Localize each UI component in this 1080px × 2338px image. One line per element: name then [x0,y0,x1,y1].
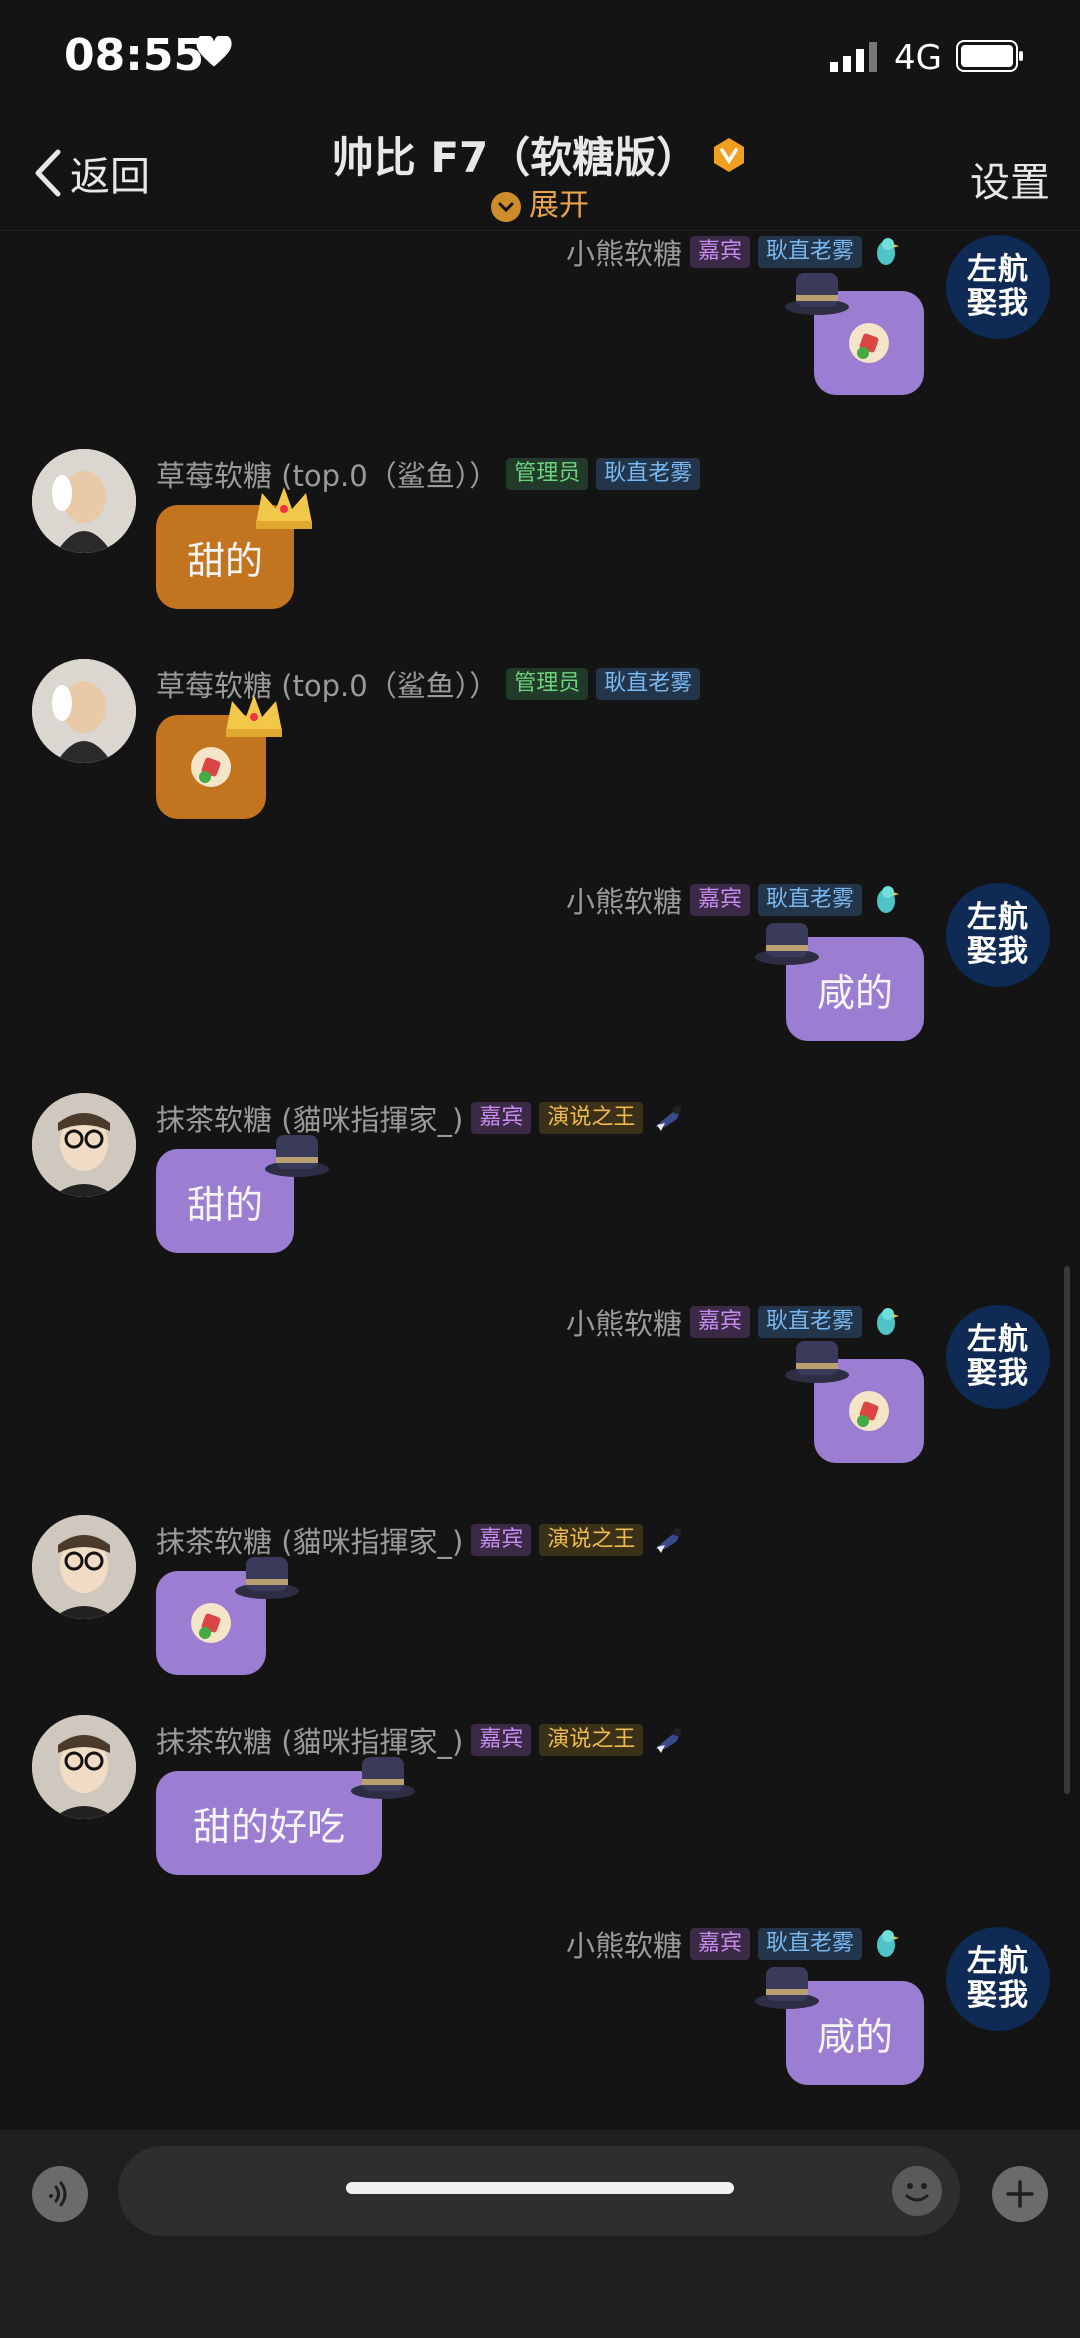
home-indicator [346,2182,734,2194]
speaker-badge: 演说之王 [539,1724,644,1756]
top-hat-icon [265,1135,329,1177]
magpie-icon [655,1528,682,1553]
speaker-badge: 演说之王 [539,1524,644,1556]
status-bar: 08:55 4G [0,0,1080,120]
top-hat-icon [785,1341,849,1383]
sender-row: 小熊软糖 嘉宾 耿直老雾 [566,879,904,921]
chat-title-text: 帅比 F7（软糖版） [331,133,699,182]
voice-button[interactable] [32,2166,88,2222]
guest-badge: 嘉宾 [690,884,751,916]
admin-badge: 管理员 [506,668,589,700]
expand-toggle[interactable]: 展开 [0,180,1080,224]
parrot-icon [877,886,900,913]
title-badge: 耿直老雾 [758,1306,863,1338]
scrollbar[interactable] [1064,1266,1070,1794]
guest-badge: 嘉宾 [471,1524,532,1556]
status-time: 08:55 [64,30,205,81]
battery-icon [956,40,1023,72]
parrot-icon [877,238,900,265]
network-type: 4G [894,38,942,78]
emoji-button[interactable] [892,2166,942,2216]
sender-row: 小熊软糖 嘉宾 耿直老雾 [566,1301,904,1343]
guest-badge: 嘉宾 [471,1724,532,1756]
chat-title: 帅比 F7（软糖版） [332,124,749,185]
top-hat-icon [755,923,819,965]
parrot-icon [877,1308,900,1335]
crown-icon [226,695,282,737]
candy-sticker-icon [849,323,889,363]
sender-name: 小熊软糖 [566,1307,683,1341]
parrot-icon [877,1930,900,1957]
avatar[interactable] [32,1715,136,1819]
sender-name: 小熊软糖 [566,1929,683,1963]
avatar[interactable] [32,449,136,553]
sender-row: 小熊软糖 嘉宾 耿直老雾 [566,1923,904,1965]
voice-icon [49,2181,67,2207]
title-badge: 耿直老雾 [758,884,863,916]
sender-name: 小熊软糖 [566,885,683,919]
sender-name: 抹茶软糖 (貓咪指揮家_) [156,1525,464,1559]
avatar[interactable] [32,659,136,763]
candy-sticker-icon [849,1391,889,1431]
nav-bar: 返回 帅比 F7（软糖版） 展开 设置 [0,120,1080,231]
avatar[interactable]: 左航 娶我 [946,883,1050,987]
signal-icon [830,42,877,72]
sender-row: 草莓软糖 (top.0（鲨鱼）） 管理员 耿直老雾 [156,453,701,495]
chevron-down-icon [491,191,521,222]
heart-icon [196,36,232,67]
more-button[interactable] [992,2166,1048,2222]
guest-badge: 嘉宾 [690,236,751,268]
plus-icon [1006,2180,1034,2208]
avatar[interactable] [32,1093,136,1197]
top-hat-icon [785,273,849,315]
top-hat-icon [235,1557,299,1599]
magpie-icon [655,1106,682,1131]
avatar[interactable]: 左航 娶我 [946,1305,1050,1409]
settings-button[interactable]: 设置 [970,150,1050,208]
title-badge: 耿直老雾 [758,1928,863,1960]
title-badge: 耿直老雾 [596,668,701,700]
sender-name: 小熊软糖 [566,237,683,271]
sender-row: 抹茶软糖 (貓咪指揮家_) 嘉宾 演说之王 [156,1097,685,1139]
expand-label: 展开 [529,188,589,223]
speaker-badge: 演说之王 [539,1102,644,1134]
title-badge: 耿直老雾 [758,236,863,268]
avatar[interactable] [32,1515,136,1619]
sender-row: 抹茶软糖 (貓咪指揮家_) 嘉宾 演说之王 [156,1719,685,1761]
guest-badge: 嘉宾 [690,1306,751,1338]
guest-badge: 嘉宾 [471,1102,532,1134]
sender-name: 草莓软糖 (top.0（鲨鱼）） [156,459,499,493]
sender-row: 小熊软糖 嘉宾 耿直老雾 [566,231,904,273]
avatar[interactable]: 左航 娶我 [946,1927,1050,2031]
input-bar [0,2130,1080,2338]
candy-sticker-icon [191,1603,231,1643]
admin-badge: 管理员 [506,458,589,490]
magpie-icon [655,1728,682,1753]
avatar[interactable]: 左航 娶我 [946,235,1050,339]
top-hat-icon [755,1967,819,2009]
title-badge: 耿直老雾 [596,458,701,490]
verified-badge-icon [714,137,745,172]
crown-icon [256,487,312,529]
guest-badge: 嘉宾 [690,1928,751,1960]
sender-name: 草莓软糖 (top.0（鲨鱼）） [156,669,499,703]
candy-sticker-icon [191,747,231,787]
message-list[interactable]: 小熊软糖 嘉宾 耿直老雾 左航 娶我 草莓软糖 (top.0（鲨鱼）） 管理员 耿… [0,231,1080,2131]
smiley-icon [905,2183,929,2202]
top-hat-icon [351,1757,415,1799]
